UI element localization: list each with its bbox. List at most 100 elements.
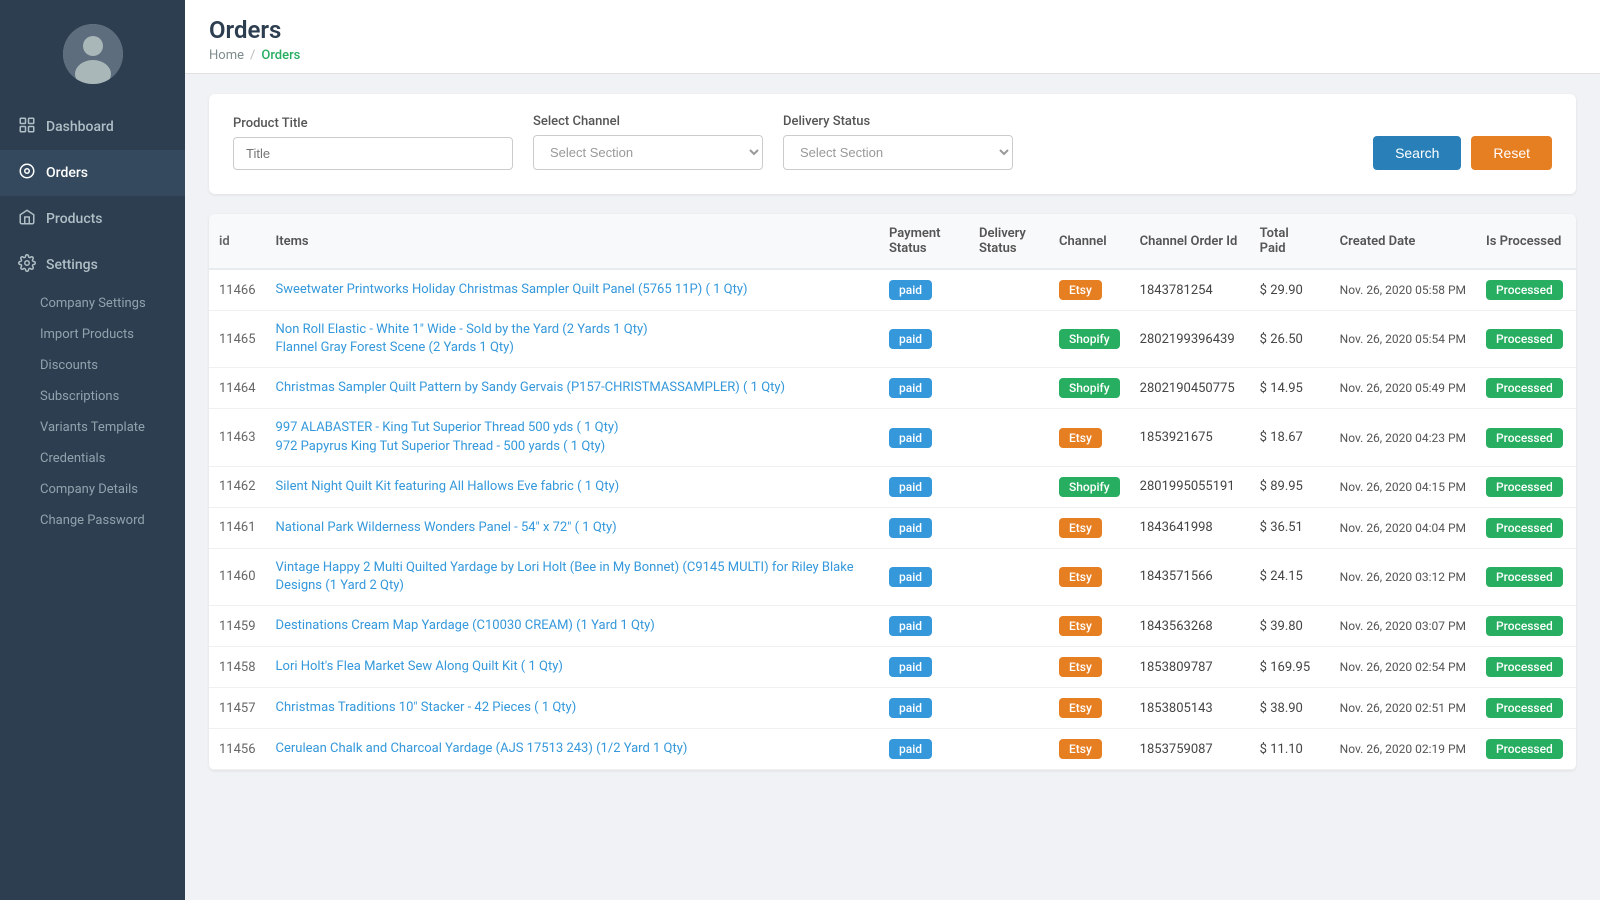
order-item-link[interactable]: Flannel Gray Forest Scene (2 Yards 1 Qty… xyxy=(276,339,869,357)
cell-items: Lori Holt's Flea Market Sew Along Quilt … xyxy=(266,647,879,688)
order-item-link[interactable]: Lori Holt's Flea Market Sew Along Quilt … xyxy=(276,658,869,676)
col-header-is-processed: Is Processed xyxy=(1476,214,1576,269)
sidebar-item-company-details[interactable]: Company Details xyxy=(0,474,185,505)
cell-id: 11456 xyxy=(209,729,266,770)
cell-delivery-status xyxy=(969,466,1049,507)
col-header-delivery: DeliveryStatus xyxy=(969,214,1049,269)
sidebar-item-subscriptions[interactable]: Subscriptions xyxy=(0,381,185,412)
orders-tbody: 11466 Sweetwater Printworks Holiday Chri… xyxy=(209,269,1576,770)
cell-channel: Etsy xyxy=(1049,269,1130,311)
cell-items: National Park Wilderness Wonders Panel -… xyxy=(266,507,879,548)
product-title-label: Product Title xyxy=(233,116,513,131)
cell-created-date: Nov. 26, 2020 04:15 PM xyxy=(1330,466,1476,507)
cell-delivery-status xyxy=(969,688,1049,729)
cell-total-paid: $ 29.90 xyxy=(1250,269,1330,311)
cell-created-date: Nov. 26, 2020 04:23 PM xyxy=(1330,409,1476,466)
avatar xyxy=(63,24,123,84)
orders-icon xyxy=(18,162,36,184)
order-item-link[interactable]: Christmas Sampler Quilt Pattern by Sandy… xyxy=(276,379,869,397)
cell-channel: Etsy xyxy=(1049,409,1130,466)
cell-channel-order-id: 1853809787 xyxy=(1130,647,1250,688)
payment-status-badge: paid xyxy=(889,739,932,759)
sidebar-item-company-settings[interactable]: Company Settings xyxy=(0,288,185,319)
cell-channel: Etsy xyxy=(1049,647,1130,688)
processed-badge: Processed xyxy=(1486,698,1563,718)
avatar-area xyxy=(0,0,185,104)
payment-status-badge: paid xyxy=(889,280,932,300)
main-content: Orders Home / Orders Product Title Selec… xyxy=(185,0,1600,900)
payment-status-badge: paid xyxy=(889,657,932,677)
cell-is-processed: Processed xyxy=(1476,409,1576,466)
cell-channel-order-id: 1843571566 xyxy=(1130,548,1250,605)
cell-is-processed: Processed xyxy=(1476,688,1576,729)
cell-channel-order-id: 1853805143 xyxy=(1130,688,1250,729)
order-item-link[interactable]: Cerulean Chalk and Charcoal Yardage (AJS… xyxy=(276,740,869,758)
cell-created-date: Nov. 26, 2020 02:51 PM xyxy=(1330,688,1476,729)
cell-is-processed: Processed xyxy=(1476,311,1576,368)
filter-card: Product Title Select Channel Select Sect… xyxy=(209,94,1576,194)
order-item-link[interactable]: 972 Papyrus King Tut Superior Thread - 5… xyxy=(276,438,869,456)
sidebar-item-orders[interactable]: Orders xyxy=(0,150,185,196)
delivery-status-select[interactable]: Select Section xyxy=(783,135,1013,170)
cell-items: Christmas Traditions 10" Stacker - 42 Pi… xyxy=(266,688,879,729)
content-area: Product Title Select Channel Select Sect… xyxy=(185,74,1600,900)
product-title-input[interactable] xyxy=(233,137,513,170)
cell-id: 11462 xyxy=(209,466,266,507)
sidebar-item-import-products[interactable]: Import Products xyxy=(0,319,185,350)
order-item-link[interactable]: 997 ALABASTER - King Tut Superior Thread… xyxy=(276,419,869,437)
cell-channel: Shopify xyxy=(1049,368,1130,409)
order-item-link[interactable]: Destinations Cream Map Yardage (C10030 C… xyxy=(276,617,869,635)
reset-button[interactable]: Reset xyxy=(1471,136,1552,170)
order-item-link[interactable]: Non Roll Elastic - White 1" Wide - Sold … xyxy=(276,321,869,339)
cell-is-processed: Processed xyxy=(1476,269,1576,311)
cell-items: Vintage Happy 2 Multi Quilted Yardage by… xyxy=(266,548,879,605)
col-header-channel-order-id: Channel Order Id xyxy=(1130,214,1250,269)
cell-channel: Etsy xyxy=(1049,507,1130,548)
sidebar-item-dashboard[interactable]: Dashboard xyxy=(0,104,185,150)
cell-payment-status: paid xyxy=(879,269,969,311)
cell-id: 11458 xyxy=(209,647,266,688)
table-row: 11457 Christmas Traditions 10" Stacker -… xyxy=(209,688,1576,729)
cell-items: Destinations Cream Map Yardage (C10030 C… xyxy=(266,606,879,647)
sidebar-item-variants-template[interactable]: Variants Template xyxy=(0,412,185,443)
sidebar-item-discounts[interactable]: Discounts xyxy=(0,350,185,381)
table-header-row: id Items PaymentStatus DeliveryStatus Ch… xyxy=(209,214,1576,269)
dashboard-icon xyxy=(18,116,36,138)
search-button[interactable]: Search xyxy=(1373,136,1461,170)
payment-status-badge: paid xyxy=(889,567,932,587)
order-item-link[interactable]: National Park Wilderness Wonders Panel -… xyxy=(276,519,869,537)
table-row: 11459 Destinations Cream Map Yardage (C1… xyxy=(209,606,1576,647)
order-item-link[interactable]: Sweetwater Printworks Holiday Christmas … xyxy=(276,281,869,299)
cell-payment-status: paid xyxy=(879,507,969,548)
processed-badge: Processed xyxy=(1486,477,1563,497)
cell-created-date: Nov. 26, 2020 05:58 PM xyxy=(1330,269,1476,311)
filter-buttons: Search Reset xyxy=(1373,136,1552,170)
sidebar-item-change-password[interactable]: Change Password xyxy=(0,505,185,536)
sidebar-item-credentials[interactable]: Credentials xyxy=(0,443,185,474)
col-header-channel: Channel xyxy=(1049,214,1130,269)
cell-items: Sweetwater Printworks Holiday Christmas … xyxy=(266,269,879,311)
cell-channel: Etsy xyxy=(1049,606,1130,647)
cell-delivery-status xyxy=(969,368,1049,409)
cell-items: 997 ALABASTER - King Tut Superior Thread… xyxy=(266,409,879,466)
cell-total-paid: $ 38.90 xyxy=(1250,688,1330,729)
cell-total-paid: $ 14.95 xyxy=(1250,368,1330,409)
order-item-link[interactable]: Vintage Happy 2 Multi Quilted Yardage by… xyxy=(276,559,869,595)
cell-is-processed: Processed xyxy=(1476,729,1576,770)
table-row: 11462 Silent Night Quilt Kit featuring A… xyxy=(209,466,1576,507)
breadcrumb-home[interactable]: Home xyxy=(209,48,244,63)
cell-id: 11461 xyxy=(209,507,266,548)
order-item-link[interactable]: Silent Night Quilt Kit featuring All Hal… xyxy=(276,478,869,496)
channel-select[interactable]: Select Section xyxy=(533,135,763,170)
channel-badge: Etsy xyxy=(1059,739,1102,759)
cell-created-date: Nov. 26, 2020 02:19 PM xyxy=(1330,729,1476,770)
cell-delivery-status xyxy=(969,548,1049,605)
order-item-link[interactable]: Christmas Traditions 10" Stacker - 42 Pi… xyxy=(276,699,869,717)
payment-status-badge: paid xyxy=(889,329,932,349)
channel-badge: Etsy xyxy=(1059,428,1102,448)
cell-id: 11457 xyxy=(209,688,266,729)
sidebar-item-products[interactable]: Products xyxy=(0,196,185,242)
sidebar-item-settings[interactable]: Settings xyxy=(0,242,185,288)
cell-total-paid: $ 89.95 xyxy=(1250,466,1330,507)
cell-channel-order-id: 1853921675 xyxy=(1130,409,1250,466)
